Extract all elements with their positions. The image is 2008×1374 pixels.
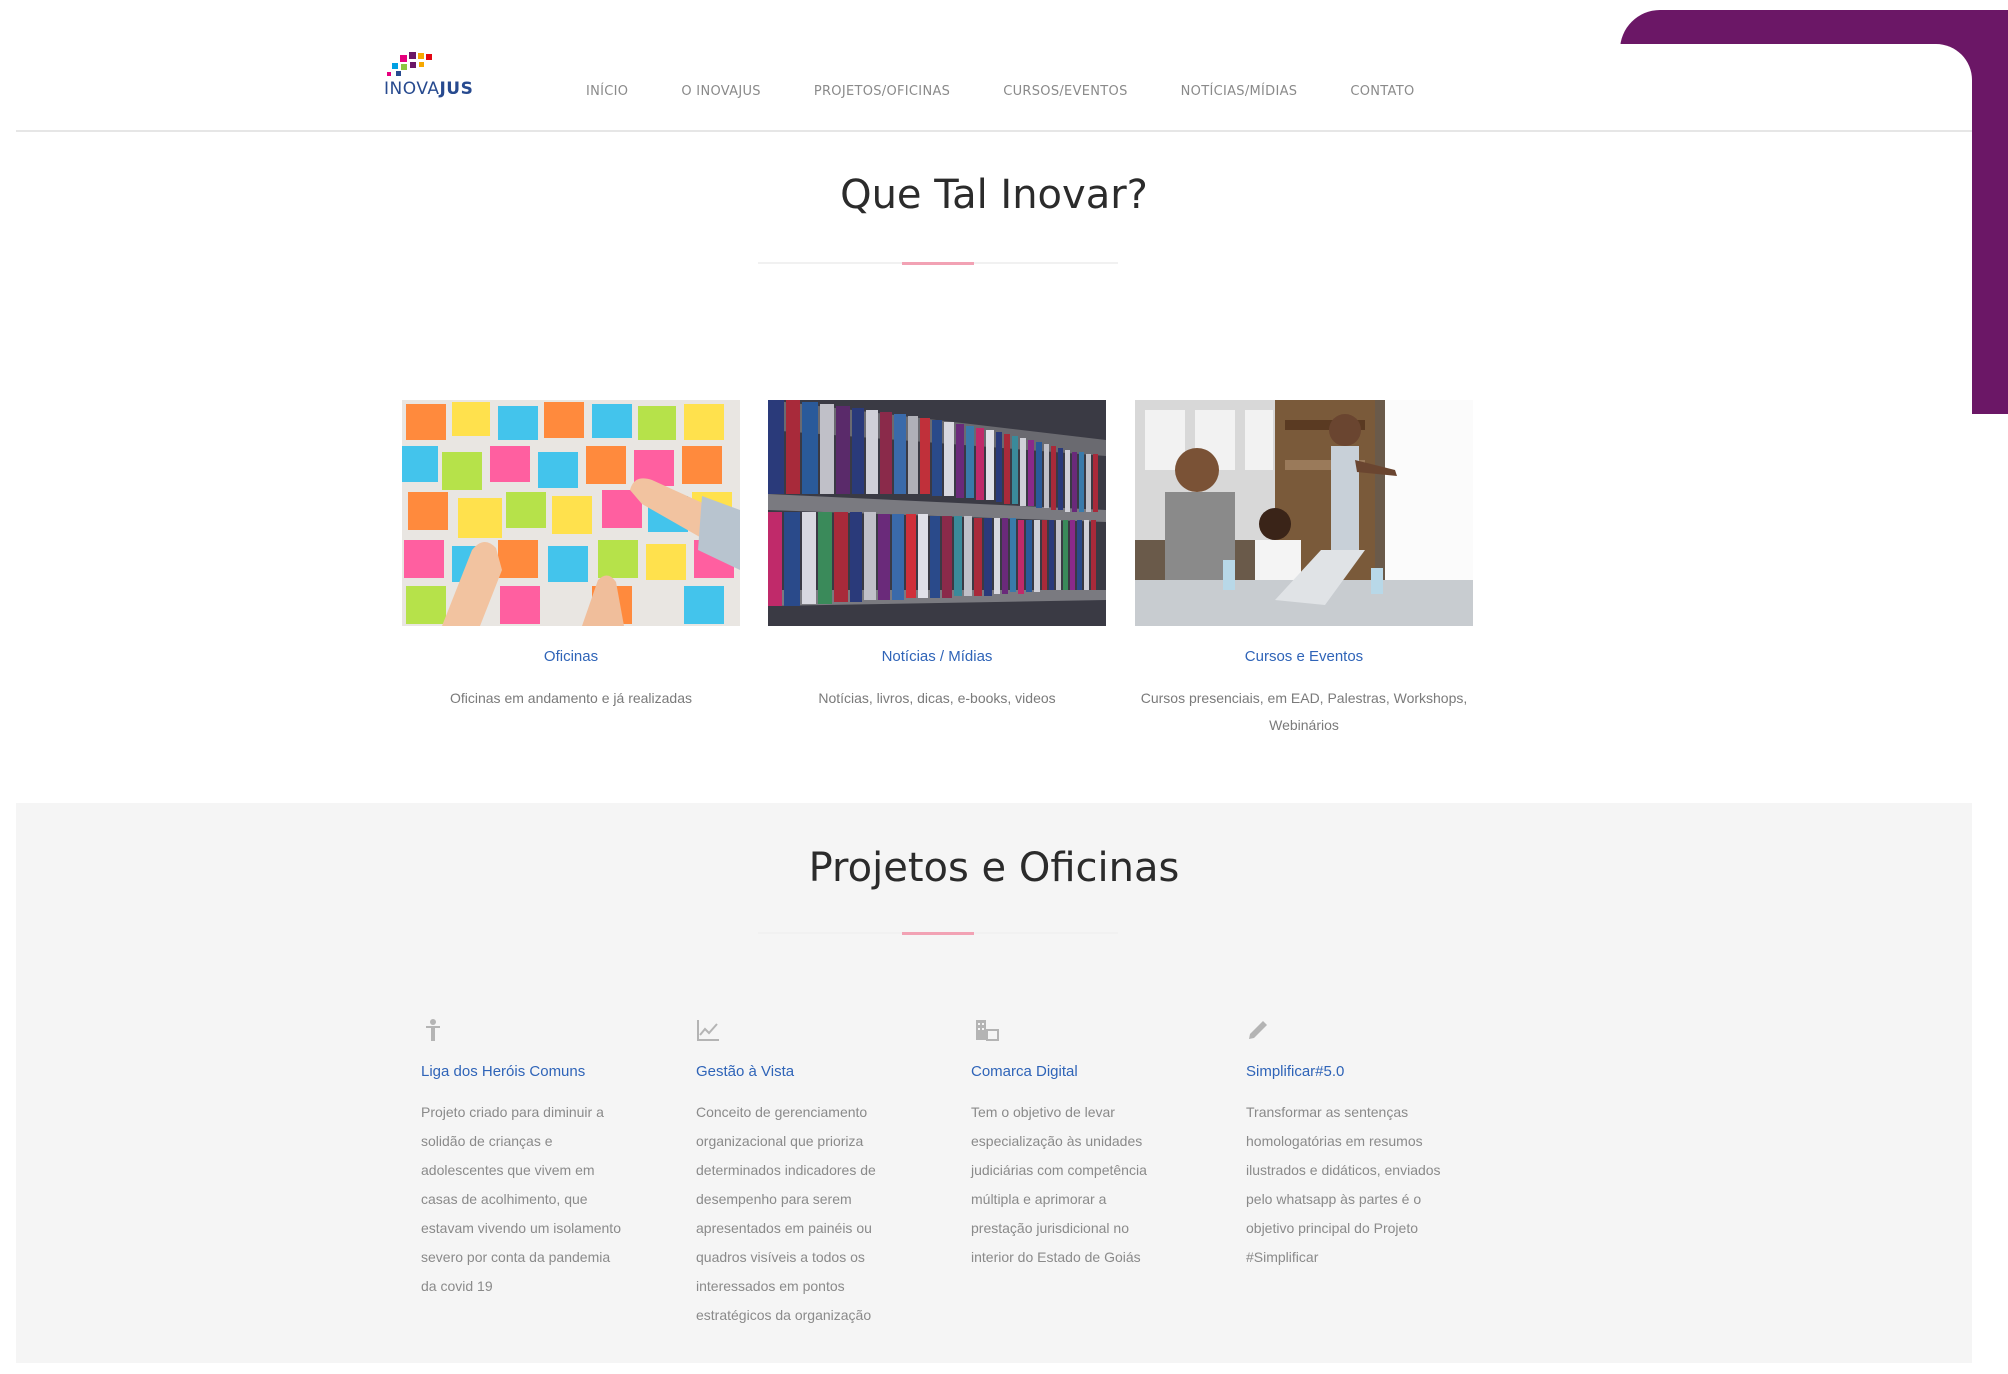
section-inovar-title: Que Tal Inovar? [840,172,1148,218]
chart-icon [697,1020,719,1041]
nav-cursos-eventos[interactable]: CURSOS/EVENTOS [1003,84,1127,99]
nav-inicio[interactable]: INÍCIO [586,84,628,99]
project-title[interactable]: Liga dos Heróis Comuns [421,1063,621,1080]
pencil-icon [1249,1021,1267,1039]
project-gestao-vista: Gestão à Vista Conceito de gerenciamento… [696,1018,896,1330]
card-desc: Oficinas em andamento e já realizadas [449,690,693,706]
card-cursos-eventos[interactable]: Cursos e Eventos Cursos presenciais, em … [1135,400,1473,739]
project-liga-herois: Liga dos Heróis Comuns Projeto criado pa… [421,1018,621,1301]
page-viewport: INOVAJUS INÍCIO O INOVAJUS PROJETOS/OFIC… [16,0,1972,1363]
card-title[interactable]: Cursos e Eventos [1135,648,1473,665]
nav-projetos-oficinas[interactable]: PROJETOS/OFICINAS [814,84,950,99]
project-desc: Tem o objetivo de levar especialização à… [971,1104,1147,1265]
section-projetos-title: Projetos e Oficinas [808,845,1180,891]
project-desc: Conceito de gerenciamento organizacional… [696,1104,876,1323]
logo-text: INOVAJUS [384,79,473,99]
project-title[interactable]: Simplificar#5.0 [1246,1063,1446,1080]
nav-o-inovajus[interactable]: O INOVAJUS [681,84,760,99]
card-image-library[interactable] [768,400,1106,626]
card-title[interactable]: Oficinas [402,648,740,665]
card-image-sticky-notes[interactable] [402,400,740,626]
card-desc: Cursos presenciais, em EAD, Palestras, W… [1140,690,1468,733]
title-divider [758,932,1118,935]
logo-squares-icon [387,52,432,76]
title-divider [758,262,1118,265]
project-simplificar: Simplificar#5.0 Transformar as sentenças… [1246,1018,1446,1272]
project-comarca-digital: Comarca Digital Tem o objetivo de levar … [971,1018,1171,1272]
project-desc: Projeto criado para diminuir a solidão d… [421,1104,621,1294]
logo-text-left: INOVA [384,79,440,99]
card-image-classroom[interactable] [1135,400,1473,626]
building-icon [976,1020,999,1041]
main-nav: INÍCIO O INOVAJUS PROJETOS/OFICINAS CURS… [586,84,1467,99]
logo-text-right: JUS [439,79,474,99]
project-desc: Transformar as sentenças homologatórias … [1246,1104,1441,1265]
nav-noticias-midias[interactable]: NOTÍCIAS/MÍDIAS [1181,84,1298,99]
card-title[interactable]: Notícias / Mídias [768,648,1106,665]
site-header: INOVAJUS INÍCIO O INOVAJUS PROJETOS/OFIC… [16,0,1972,132]
project-title[interactable]: Comarca Digital [971,1063,1171,1080]
card-oficinas[interactable]: Oficinas Oficinas em andamento e já real… [402,400,740,712]
project-title[interactable]: Gestão à Vista [696,1063,896,1080]
card-desc: Notícias, livros, dicas, e-books, videos [818,690,1056,706]
logo[interactable]: INOVAJUS [384,52,504,104]
card-noticias-midias[interactable]: Notícias / Mídias Notícias, livros, dica… [768,400,1106,712]
person-icon [426,1019,440,1041]
nav-contato[interactable]: CONTATO [1350,84,1414,99]
